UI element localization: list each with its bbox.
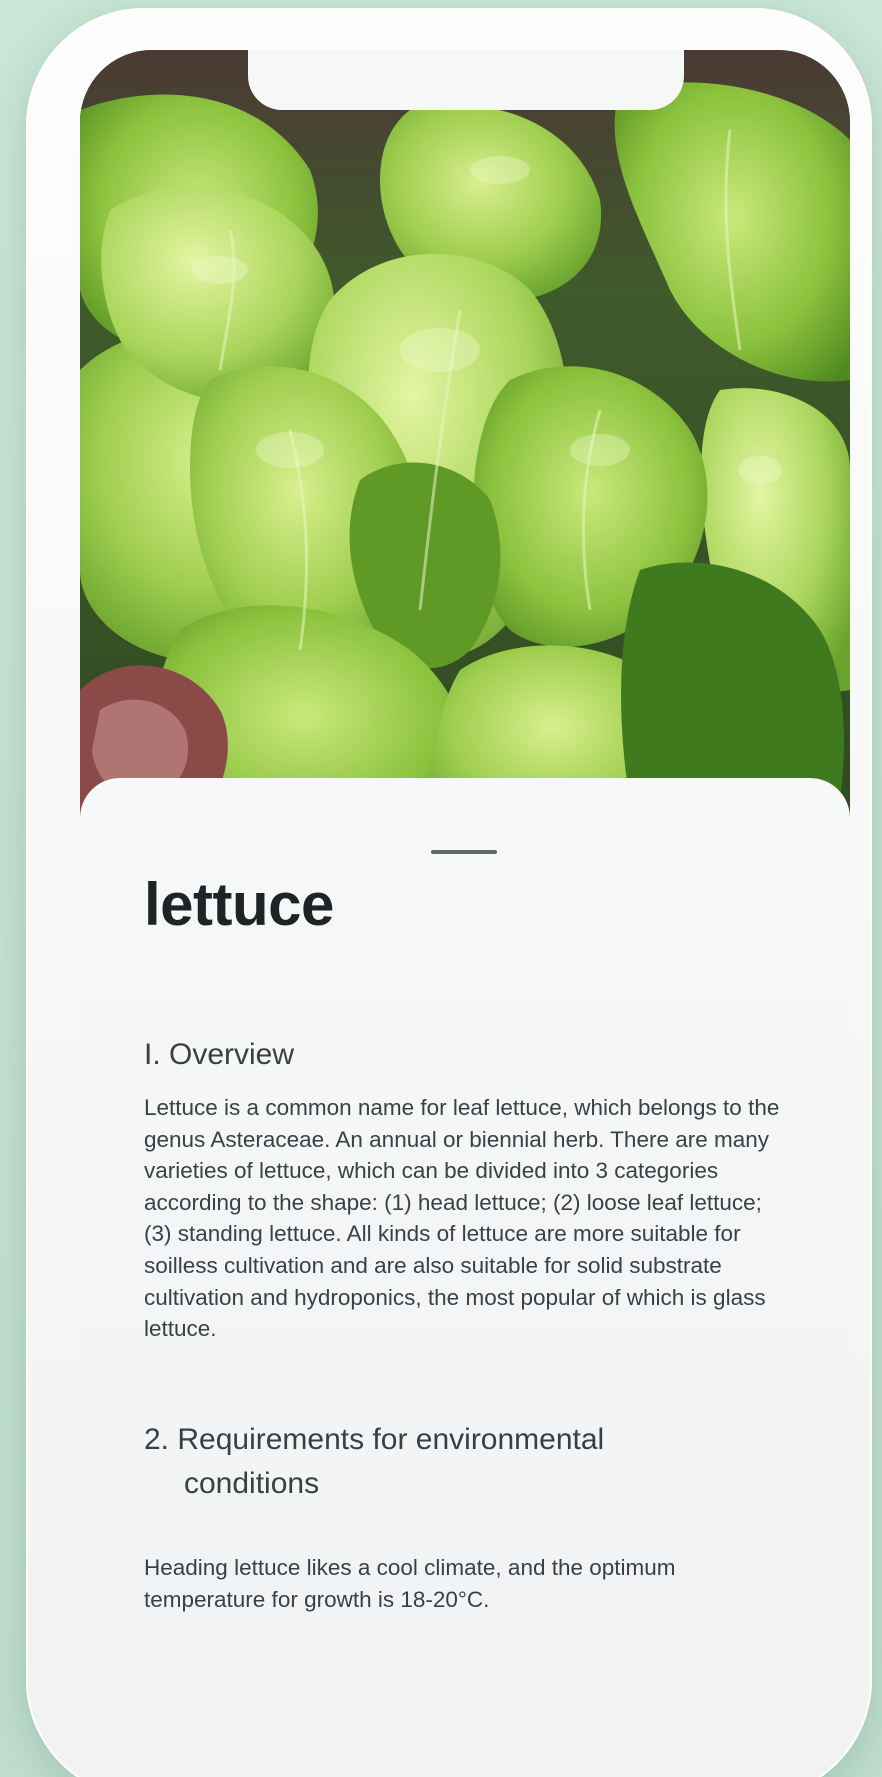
sheet-drag-handle[interactable] — [431, 850, 497, 854]
lettuce-photo-illustration — [80, 50, 850, 850]
lettuce-photo — [80, 50, 850, 850]
environment-heading: 2. Requirements for environmental condit… — [144, 1418, 764, 1506]
page-background: lettuce I. Overview Lettuce is a common … — [0, 0, 882, 1777]
overview-heading: I. Overview — [144, 1038, 295, 1071]
environment-heading-line2: conditions — [184, 1467, 320, 1500]
environment-text: Heading lettuce likes a cool climate, an… — [144, 1555, 676, 1612]
environment-heading-line1: 2. Requirements for environmental — [144, 1423, 605, 1456]
plant-title: lettuce — [144, 871, 334, 938]
overview-text: Lettuce is a common name for leaf lettuc… — [144, 1095, 780, 1342]
details-sheet[interactable]: lettuce I. Overview Lettuce is a common … — [80, 778, 850, 1730]
phone-screen: lettuce I. Overview Lettuce is a common … — [80, 50, 850, 1730]
phone-notch — [248, 50, 684, 110]
